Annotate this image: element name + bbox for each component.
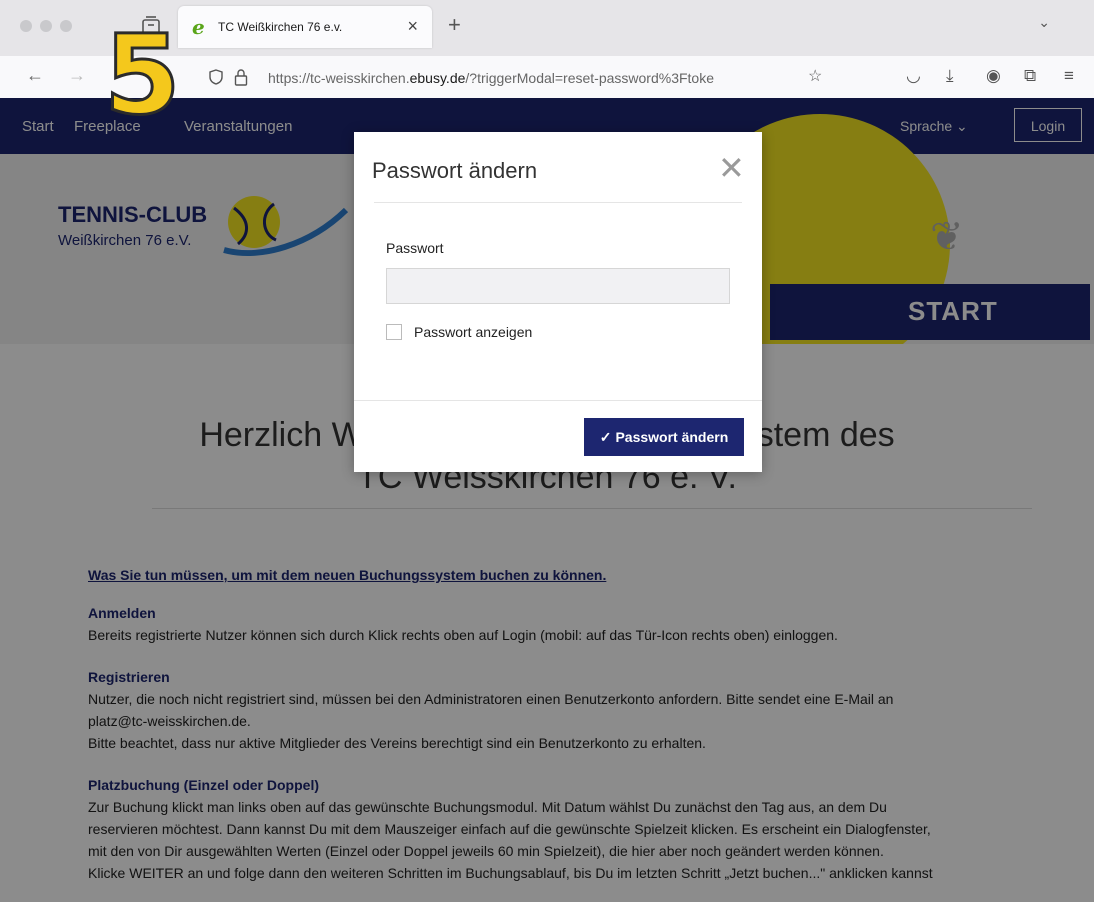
url-text[interactable]: https://tc-weisskirchen.ebusy.de/?trigge… <box>268 70 714 86</box>
shield-icon[interactable] <box>208 69 224 85</box>
back-arrow-icon[interactable]: ← <box>26 65 44 86</box>
account-icon[interactable]: ◉ <box>986 66 1001 86</box>
change-password-button[interactable]: ✓ Passwort ändern <box>584 418 744 456</box>
chevron-down-icon[interactable]: ⌄ <box>1038 14 1050 31</box>
bookmark-star-icon[interactable]: ☆ <box>808 66 822 86</box>
window-zoom-button[interactable] <box>60 20 72 32</box>
modal-footer-divider <box>354 400 762 401</box>
download-icon[interactable]: ⤓ <box>946 66 954 86</box>
change-password-modal: Passwort ändern ✕ Passwort Passwort anze… <box>354 132 762 472</box>
show-password-checkbox[interactable] <box>386 324 402 340</box>
window-minimize-button[interactable] <box>40 20 52 32</box>
url-bar[interactable]: https://tc-weisskirchen.ebusy.de/?trigge… <box>190 61 836 93</box>
password-input[interactable] <box>386 268 730 304</box>
window-close-button[interactable] <box>20 20 32 32</box>
step-number-badge: 5 <box>103 11 183 139</box>
ebusy-favicon-icon: e <box>192 15 205 39</box>
new-tab-icon[interactable]: + <box>448 12 461 38</box>
lock-icon[interactable] <box>234 68 248 86</box>
forward-arrow-icon[interactable]: → <box>68 65 86 86</box>
extensions-icon[interactable]: ⧉ <box>1024 66 1036 86</box>
show-password-label[interactable]: Passwort anzeigen <box>414 324 532 340</box>
modal-title: Passwort ändern <box>372 158 538 183</box>
checkmark-icon: ✓ <box>599 428 612 445</box>
browser-tab[interactable]: e TC Weißkirchen 76 e.v. × <box>178 6 432 48</box>
password-label: Passwort <box>386 240 444 256</box>
tab-title: TC Weißkirchen 76 e.v. <box>218 20 343 34</box>
modal-divider <box>374 202 742 203</box>
close-icon[interactable]: ✕ <box>718 152 745 184</box>
menu-icon[interactable]: ≡ <box>1064 66 1074 86</box>
pocket-icon[interactable]: ◡ <box>906 66 921 86</box>
tab-close-icon[interactable]: × <box>407 16 418 37</box>
